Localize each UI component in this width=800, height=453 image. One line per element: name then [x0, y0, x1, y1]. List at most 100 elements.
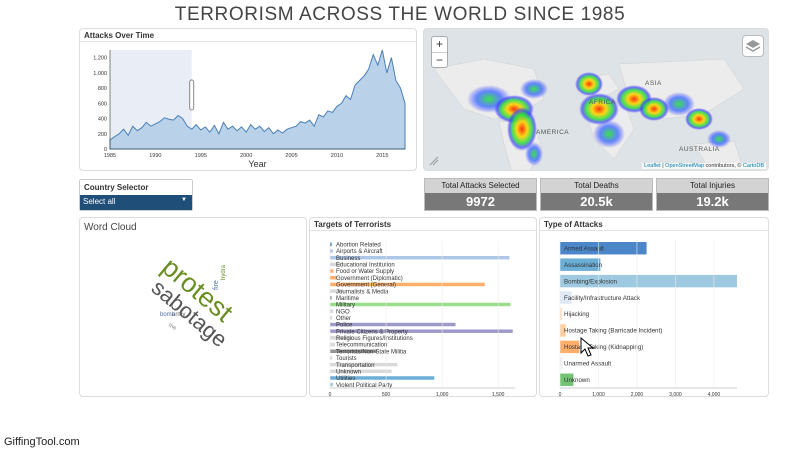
x-tick-label: 2005 [285, 153, 297, 159]
stat-total-deaths: Total Deaths 20.5k [540, 178, 653, 211]
layers-button[interactable] [742, 35, 764, 57]
stat-total-attacks: Total Attacks Selected 9972 [424, 178, 537, 211]
bar-label: Hijacking [564, 311, 590, 318]
x-tick-label: 2010 [331, 153, 343, 159]
stat-injuries-label: Total Injuries [657, 179, 768, 193]
mouse-cursor-icon [580, 337, 594, 357]
stat-total-injuries: Total Injuries 19.2k [656, 178, 769, 211]
y-tick-label: 1,200 [93, 56, 107, 62]
targets-chart[interactable]: Abortion RelatedAirports & AircraftBusin… [310, 232, 538, 398]
stat-deaths-label: Total Deaths [541, 179, 652, 193]
zoom-control: + − [431, 36, 448, 68]
word-fire: fire [213, 280, 220, 290]
x-tick-label: 1,000 [592, 392, 605, 398]
attacks-over-time-panel: Attacks Over Time 0 200 400 600 800 1,000 1,20… [79, 28, 417, 171]
bar [560, 357, 564, 370]
stat-deaths-value: 20.5k [580, 194, 613, 209]
resize-handle-icon[interactable] [429, 156, 439, 166]
bar-label: Airports & Aircraft [336, 249, 383, 255]
bar-label: NGO [336, 309, 350, 315]
leaflet-link[interactable]: Leaflet [644, 163, 661, 169]
x-tick-label: 1985 [104, 153, 116, 159]
bar-label: Armed Assault [564, 245, 604, 252]
country-select[interactable]: Select all ▼ [80, 195, 192, 210]
bar-label: Terrorists/Non-State Militia [336, 349, 407, 355]
map-label-asia: ASIA [645, 80, 662, 87]
heatmap-map[interactable]: ASIA AMERICA AFRICA AUSTRALIA + − Leafle… [423, 28, 769, 171]
stat-attacks-label: Total Attacks Selected [425, 179, 536, 193]
bar [330, 382, 333, 387]
brush-handle [189, 79, 195, 111]
x-tick-label: 4,000 [708, 392, 721, 398]
y-tick-label: 1,000 [93, 71, 107, 77]
targets-panel: Targets of Terrorists Abortion Related Ai… [309, 217, 538, 398]
page-title: TERRORISM ACROSS THE WORLD SINCE 1985 [174, 4, 626, 25]
x-tick-label: 1990 [149, 153, 161, 159]
bar-label: Tourists [336, 356, 357, 362]
stat-attacks-value: 9972 [466, 194, 495, 209]
bar [330, 249, 333, 253]
word-cloud: protest sabotage fire hydra army bomb th… [147, 252, 239, 352]
bar-label: Business [336, 256, 360, 262]
bar-label: Transportation [336, 363, 374, 369]
stat-injuries-value: 19.2k [696, 194, 729, 209]
word-bomb: bomb [160, 312, 176, 318]
map-label-america: AMERICA [536, 129, 570, 136]
bar-label: Telecommunication [336, 343, 387, 349]
watermark: GiffingTool.com [4, 436, 80, 448]
bar-label: Journalists & Media [336, 289, 389, 295]
zoom-out-button[interactable]: − [432, 52, 447, 67]
bar [330, 356, 333, 360]
bar [330, 316, 333, 320]
x-tick-label: 2015 [376, 153, 388, 159]
timeline-header: Attacks Over Time [80, 29, 416, 42]
bar-label: Food or Water Supply [336, 269, 394, 275]
bar-label: Unknown [336, 369, 361, 375]
carto-link[interactable]: CartoDB [743, 163, 764, 169]
bar [330, 309, 334, 313]
x-tick-label: 0 [559, 392, 562, 398]
map-label-africa: AFRICA [589, 99, 616, 106]
country-selector: Country Selector Select all ▼ [79, 179, 193, 211]
bar [330, 342, 336, 347]
osm-link[interactable]: OpenStreetMap [665, 163, 704, 169]
country-select-value: Select all [83, 197, 116, 206]
map-label-australia: AUSTRALIA [679, 146, 720, 153]
bar-label: Maritime [336, 296, 360, 302]
attack-types-chart[interactable]: Armed Assault Assassination Bombing/Explos… [540, 232, 770, 398]
bar-label: Government (Diplomatic) [336, 276, 403, 282]
bar-label: Unknown [564, 377, 590, 384]
x-tick-label: 2,000 [631, 392, 644, 398]
bar-label: Bombing/Explosion [564, 278, 618, 285]
y-tick-label: 600 [98, 101, 107, 107]
map-attribution: Leaflet | OpenStreetMap contributors, © … [642, 163, 766, 169]
y-tick-label: 800 [98, 86, 107, 92]
x-tick-label: 0 [329, 392, 332, 398]
x-tick-label: 3,000 [669, 392, 682, 398]
bar-label: Police [336, 323, 353, 329]
bar-label: Facility/Infrastructure Attack [564, 295, 641, 302]
layers-icon [745, 40, 761, 52]
bar-label: Utilities [336, 376, 355, 382]
word-hydra: hydra [221, 264, 227, 280]
x-tick-label: 500 [382, 392, 391, 398]
bar-label: Other [336, 316, 351, 322]
timeline-chart[interactable]: 02004006008001,0001,2001985 1990 1995 2000 2… [80, 42, 418, 172]
bar-label: Government (General) [336, 283, 396, 289]
bar-label: Religious Figures/Institutions [336, 336, 413, 342]
bar-label: Abortion Related [336, 242, 381, 248]
x-tick-label: 1,500 [492, 392, 505, 398]
bar-label: Unarmed Assault [564, 361, 611, 368]
targets-header: Targets of Terrorists [310, 218, 536, 231]
attack-types-header: Type of Attacks [540, 218, 768, 231]
bar-label: Hostage Taking (Kidnapping) [564, 344, 643, 351]
bar [330, 269, 334, 273]
zoom-in-button[interactable]: + [432, 37, 447, 52]
x-tick-label: 1,000 [436, 392, 449, 398]
bar-label: Military [336, 303, 355, 309]
y-tick-label: 200 [98, 132, 107, 138]
bar-label: Assassination [564, 262, 603, 269]
x-axis-label: Year [248, 159, 266, 169]
word-the: the [167, 323, 178, 333]
word-cloud-panel: Word Cloud protest sabotage fire hydra a… [79, 217, 307, 397]
